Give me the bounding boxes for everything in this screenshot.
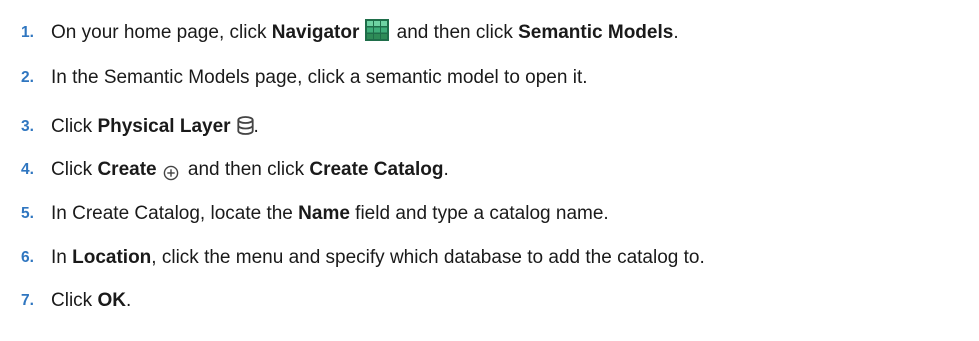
step-7: 7. Click OK. <box>0 286 131 316</box>
step-text-segment: Click <box>51 159 98 180</box>
ui-term-semantic-models: Semantic Models <box>518 22 674 43</box>
step-text: In Create Catalog, locate the Name field… <box>51 199 609 229</box>
step-text-segment: . <box>253 116 259 137</box>
step-number: 4. <box>21 161 34 178</box>
step-text: In Location, click the menu and specify … <box>51 243 705 273</box>
step-4: 4. Click Create and then click Create Ca… <box>0 155 449 185</box>
step-number: 7. <box>21 292 34 309</box>
step-text-segment: , click the menu and specify which datab… <box>151 247 705 268</box>
ui-term-navigator: Navigator <box>271 22 360 43</box>
ui-term-ok: OK <box>97 290 126 311</box>
step-text-segment: . <box>443 159 449 180</box>
navigator-grid-icon <box>365 19 390 41</box>
ui-term-physical-layer: Physical Layer <box>97 116 231 137</box>
plus-circle-icon <box>163 161 179 181</box>
ui-term-create: Create <box>97 159 157 180</box>
step-text-segment: and then click <box>182 159 310 180</box>
ui-term-name: Name <box>298 203 350 224</box>
step-text-segment: . <box>673 22 679 43</box>
step-text-segment: On your home page, click <box>51 22 272 43</box>
step-text: Click OK. <box>51 286 131 316</box>
step-5: 5. In Create Catalog, locate the Name fi… <box>0 199 609 229</box>
step-text-segment: Click <box>51 290 98 311</box>
step-text-segment: In the Semantic Models page, click a sem… <box>51 67 588 88</box>
ui-term-create-catalog: Create Catalog <box>309 159 444 180</box>
step-number: 1. <box>21 24 34 41</box>
instruction-steps: 1. On your home page, click Navigator an… <box>0 0 979 341</box>
step-text-segment: field and type a catalog name. <box>349 203 609 224</box>
step-text-segment: Click <box>51 116 98 137</box>
step-text: In the Semantic Models page, click a sem… <box>51 63 588 93</box>
step-number: 2. <box>21 69 34 86</box>
database-icon <box>236 115 254 135</box>
step-text-segment: In <box>51 247 73 268</box>
step-text: Click Physical Layer . <box>51 112 259 142</box>
step-text: On your home page, click Navigator and t… <box>51 18 679 48</box>
step-2: 2. In the Semantic Models page, click a … <box>0 63 588 93</box>
step-number: 6. <box>21 249 34 266</box>
ui-term-location: Location <box>72 247 152 268</box>
step-text-segment: . <box>125 290 132 311</box>
step-6: 6. In Location, click the menu and speci… <box>0 243 705 273</box>
step-number: 5. <box>21 205 34 222</box>
step-text: Click Create and then click Create Catal… <box>51 155 449 185</box>
step-1: 1. On your home page, click Navigator an… <box>0 18 679 48</box>
step-number: 3. <box>21 118 34 135</box>
step-text-segment: and then click <box>391 22 519 43</box>
step-3: 3. Click Physical Layer . <box>0 112 259 142</box>
step-text-segment: In Create Catalog, locate the <box>51 203 299 224</box>
